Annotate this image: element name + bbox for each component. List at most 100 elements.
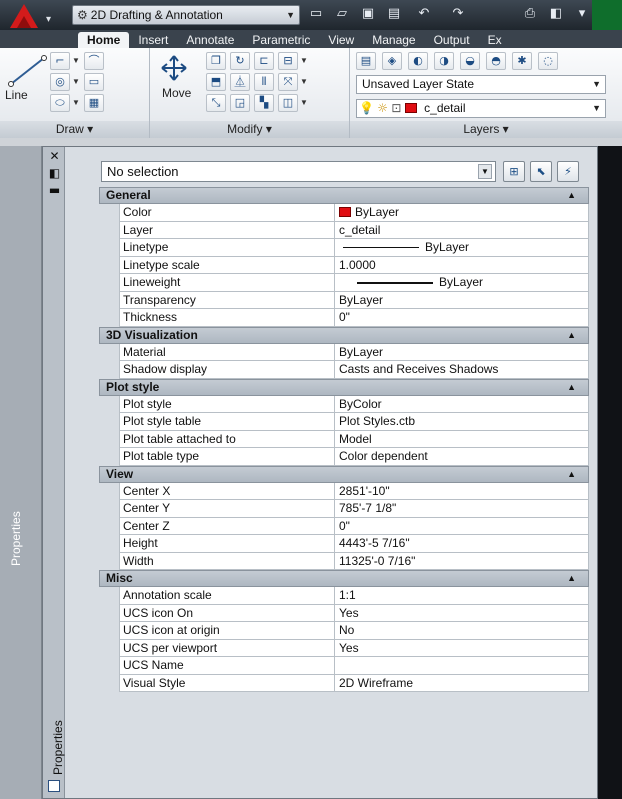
share-icon[interactable]: ◧ [548, 6, 564, 22]
explode-icon[interactable]: ⤧ [278, 73, 298, 91]
property-value[interactable]: c_detail [335, 221, 589, 239]
tab-home[interactable]: Home [78, 32, 130, 48]
category-plot-style[interactable]: Plot style ▲ [99, 378, 589, 396]
property-value[interactable]: Plot Styles.ctb [335, 413, 589, 431]
property-value[interactable]: Color dependent [335, 448, 589, 466]
property-value[interactable]: ByLayer [335, 291, 589, 309]
tab-output[interactable]: Output [425, 32, 479, 48]
rectangle-icon[interactable]: ▭ [84, 73, 104, 91]
array-icon[interactable]: ▚ [254, 94, 274, 112]
offset-icon[interactable]: ◫ [278, 94, 298, 112]
property-row[interactable]: Plot table type Color dependent [99, 448, 589, 466]
property-row[interactable]: Color ByLayer [99, 204, 589, 222]
modify-panel-title[interactable]: Modify ▾ [150, 121, 349, 138]
trim-icon[interactable]: ⊏ [254, 52, 274, 70]
scale-icon[interactable]: ⤡ [206, 94, 226, 112]
layer-freeze-icon[interactable]: ✱ [512, 52, 532, 70]
copy-icon[interactable]: ❐ [206, 52, 226, 70]
chevron-down-icon[interactable]: ▾ [574, 6, 590, 22]
palette-bottom-icon[interactable] [48, 780, 60, 792]
property-value[interactable]: 4443'-5 7/16" [335, 535, 589, 553]
property-row[interactable]: Linetype ByLayer [99, 239, 589, 257]
collapse-icon[interactable]: ▲ [567, 328, 576, 343]
close-icon[interactable]: ✕ [48, 150, 61, 163]
property-value[interactable]: Casts and Receives Shadows [335, 361, 589, 379]
palette-menu-icon[interactable]: ▬ [48, 184, 61, 197]
category-general[interactable]: General ▲ [99, 187, 589, 204]
property-value[interactable]: ByLayer [335, 239, 589, 257]
rotate-icon[interactable]: ↻ [230, 52, 250, 70]
property-value[interactable]: ByLayer [335, 274, 589, 292]
mirror-axis-icon[interactable]: ⫴ [254, 73, 274, 91]
tab-view[interactable]: View [319, 32, 363, 48]
tab-manage[interactable]: Manage [363, 32, 424, 48]
property-value[interactable]: 785'-7 1/8" [335, 500, 589, 518]
tab-parametric[interactable]: Parametric [243, 32, 319, 48]
layer-state-dropdown[interactable]: Unsaved Layer State ▼ [356, 75, 606, 94]
property-value[interactable]: Yes [335, 604, 589, 622]
move-icon[interactable] [160, 54, 188, 82]
tab-insert[interactable]: Insert [129, 32, 177, 48]
property-value[interactable]: ByColor [335, 395, 589, 413]
chevron-down-icon[interactable]: ▼ [300, 94, 308, 112]
layer-match-icon[interactable]: ◐ [408, 52, 428, 70]
arc-icon[interactable]: ⌒ [84, 52, 104, 70]
property-row[interactable]: Annotation scale 1:1 [99, 587, 589, 605]
layer-unisolate-icon[interactable]: ◓ [486, 52, 506, 70]
property-value[interactable]: 1.0000 [335, 256, 589, 274]
collapse-icon[interactable]: ▲ [567, 188, 576, 203]
open-icon[interactable]: ▱ [334, 6, 350, 22]
palette-control-strip[interactable]: ✕ ◧ ▬ Properties [43, 147, 65, 798]
category-view[interactable]: View ▲ [99, 465, 589, 483]
chevron-down-icon[interactable]: ▼ [300, 52, 308, 70]
property-row[interactable]: Center X 2851'-10" [99, 482, 589, 500]
saveas-icon[interactable]: ▤ [386, 6, 402, 22]
property-row[interactable]: Plot style table Plot Styles.ctb [99, 413, 589, 431]
mirror-icon[interactable]: ⏅ [230, 73, 250, 91]
property-row[interactable]: Transparency ByLayer [99, 291, 589, 309]
autohide-icon[interactable]: ◧ [48, 167, 61, 180]
application-menu-icon[interactable]: ▾ [4, 2, 60, 30]
property-row[interactable]: Visual Style 2D Wireframe [99, 674, 589, 692]
toggle-pickadd-icon[interactable]: ⊞ [503, 161, 525, 182]
line-icon[interactable] [6, 54, 50, 88]
property-value[interactable]: 2851'-10" [335, 482, 589, 500]
layer-properties-icon[interactable]: ▤ [356, 52, 376, 70]
property-row[interactable]: UCS icon at origin No [99, 622, 589, 640]
line-label[interactable]: Line [5, 88, 28, 102]
fillet-icon[interactable]: ◲ [230, 94, 250, 112]
chevron-down-icon[interactable]: ▼ [300, 73, 308, 91]
property-value[interactable]: ByLayer [335, 343, 589, 361]
property-value[interactable]: 1:1 [335, 587, 589, 605]
circle-icon[interactable]: ◎ [50, 73, 70, 91]
layer-previous-icon[interactable]: ◑ [434, 52, 454, 70]
workspace-switcher[interactable]: ⚙ 2D Drafting & Annotation ▼ [72, 5, 300, 25]
property-value[interactable]: No [335, 622, 589, 640]
property-row[interactable]: Material ByLayer [99, 343, 589, 361]
property-value[interactable]: Yes [335, 639, 589, 657]
layer-states-icon[interactable]: ◈ [382, 52, 402, 70]
quick-select-icon[interactable]: ⚡ [557, 161, 579, 182]
property-value[interactable]: 2D Wireframe [335, 674, 589, 692]
property-row[interactable]: Linetype scale 1.0000 [99, 256, 589, 274]
drawing-canvas[interactable] [596, 146, 622, 799]
collapse-icon[interactable]: ▲ [567, 380, 576, 395]
layer-isolate-icon[interactable]: ◒ [460, 52, 480, 70]
chevron-down-icon[interactable]: ▼ [72, 73, 80, 91]
save-icon[interactable]: ▣ [360, 6, 376, 22]
move-label[interactable]: Move [162, 86, 191, 100]
new-icon[interactable]: ▭ [308, 6, 324, 22]
collapse-icon[interactable]: ▲ [567, 467, 576, 482]
property-row[interactable]: Layer c_detail [99, 221, 589, 239]
property-value[interactable]: Model [335, 430, 589, 448]
polyline-icon[interactable]: ⌐ [50, 52, 70, 70]
property-value[interactable] [335, 657, 589, 675]
property-row[interactable]: UCS icon On Yes [99, 604, 589, 622]
selection-dropdown[interactable]: No selection ▼ [101, 161, 496, 182]
layer-off-icon[interactable]: ◌ [538, 52, 558, 70]
property-row[interactable]: UCS Name [99, 657, 589, 675]
chevron-down-icon[interactable]: ▼ [72, 94, 80, 112]
property-row[interactable]: Plot table attached to Model [99, 430, 589, 448]
property-row[interactable]: Center Z 0" [99, 517, 589, 535]
property-row[interactable]: Height 4443'-5 7/16" [99, 535, 589, 553]
